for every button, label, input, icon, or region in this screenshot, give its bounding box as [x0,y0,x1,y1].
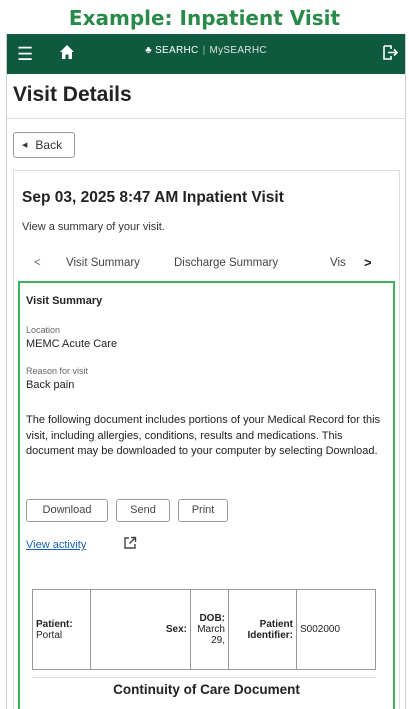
slide-caption: Example: Inpatient Visit [68,6,341,30]
patient-value: Portal [36,629,63,641]
chevron-left-icon[interactable]: < [34,257,41,269]
patient-label: Patient: [36,618,73,630]
portal-name: MySEARHC [209,45,267,56]
document-title: Continuity of Care Document [113,682,300,697]
summary-heading: Visit Summary [26,295,103,307]
identifier-value-cell: S002000 [296,589,376,670]
tab-discharge-summary[interactable]: Discharge Summary [174,257,278,269]
logo-icon: ♣ [145,45,152,56]
dob-label: DOB: [199,613,225,624]
reason-label: Reason for visit [26,366,89,376]
location-label: Location [26,325,61,335]
dob-value-line2: 29, [211,635,225,646]
back-button[interactable]: ◀ Back [13,132,75,158]
identifier-label-line1: Patient [259,618,293,630]
visit-title: Sep 03, 2025 8:47 AM Inpatient Visit [22,189,284,206]
document-divider [32,677,376,678]
view-activity-link[interactable]: View activity [26,539,86,551]
external-link-icon[interactable] [123,536,137,555]
chevron-right-icon[interactable]: > [364,255,372,270]
visit-subtitle: View a summary of your visit. [22,221,165,233]
sex-cell: Sex: [90,589,191,670]
page-title: Visit Details [13,83,132,106]
brand-header: ♣ SEARHC | MySEARHC [145,45,267,56]
identifier-label-line2: Identifier: [247,629,293,641]
logout-icon[interactable] [382,44,399,66]
reason-value: Back pain [26,379,75,391]
visit-tabs: < Visit Summary Discharge Summary Vis > [14,249,399,279]
dob-value-line1: March [197,624,225,635]
visit-summary-panel: Visit Summary Location MEMC Acute Care R… [18,281,395,709]
phone-frame: ☰ ♣ SEARHC | MySEARHC Visit Details ◀ Back … [6,34,406,709]
sex-label: Sex: [165,624,187,635]
title-divider [7,118,405,119]
top-navigation-bar: ☰ ♣ SEARHC | MySEARHC [7,34,405,74]
download-button[interactable]: Download [26,499,108,522]
dob-cell: DOB: March 29, [190,589,229,670]
summary-description: The following document includes portions… [26,414,381,457]
send-button[interactable]: Send [116,499,170,522]
visit-card: Sep 03, 2025 8:47 AM Inpatient Visit Vie… [13,170,400,709]
back-arrow-icon: ◀ [22,142,28,149]
identifier-value: S002000 [300,624,341,635]
patient-info-table: Patient: Portal Sex: DOB: March 29, Pati… [32,589,376,670]
brand-name: SEARHC [155,45,199,56]
tab-visit-partial[interactable]: Vis [330,257,360,269]
patient-cell: Patient: Portal [32,589,91,670]
location-value: MEMC Acute Care [26,338,118,350]
identifier-label-cell: Patient Identifier: [228,589,297,670]
tab-visit-summary[interactable]: Visit Summary [66,257,140,269]
print-button[interactable]: Print [178,499,228,522]
back-label: Back [35,138,63,152]
